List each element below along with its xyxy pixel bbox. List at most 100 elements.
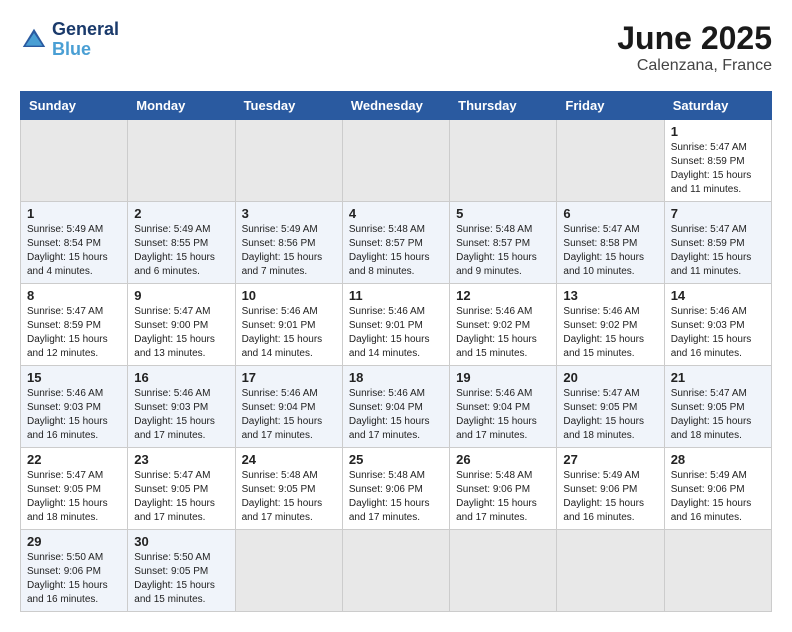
day-info: Sunrise: 5:49 AMSunset: 8:56 PMDaylight:… xyxy=(242,223,336,279)
day-number: 29 xyxy=(27,534,121,549)
day-number: 17 xyxy=(242,370,336,385)
calendar-cell xyxy=(128,120,235,202)
calendar-cell: 25 Sunrise: 5:48 AMSunset: 9:06 PMDayligh… xyxy=(342,448,449,530)
calendar-cell: 17 Sunrise: 5:46 AMSunset: 9:04 PMDayligh… xyxy=(235,366,342,448)
day-number: 6 xyxy=(563,206,657,221)
day-info: Sunrise: 5:49 AMSunset: 8:55 PMDaylight:… xyxy=(134,223,228,279)
calendar-cell: 3 Sunrise: 5:49 AMSunset: 8:56 PMDaylight… xyxy=(235,202,342,284)
day-info: Sunrise: 5:46 AMSunset: 9:04 PMDaylight:… xyxy=(242,387,336,443)
day-info: Sunrise: 5:46 AMSunset: 9:02 PMDaylight:… xyxy=(563,305,657,361)
title-area: June 2025 Calenzana, France xyxy=(617,20,772,75)
calendar-cell xyxy=(557,530,664,612)
logo-text: General Blue xyxy=(52,20,119,60)
day-number: 11 xyxy=(349,288,443,303)
day-info: Sunrise: 5:46 AMSunset: 9:04 PMDaylight:… xyxy=(349,387,443,443)
logo: General Blue xyxy=(20,20,119,60)
day-info: Sunrise: 5:47 AMSunset: 9:05 PMDaylight:… xyxy=(27,469,121,525)
calendar-cell: 26 Sunrise: 5:48 AMSunset: 9:06 PMDayligh… xyxy=(450,448,557,530)
week-row-1: 1 Sunrise: 5:47 AMSunset: 8:59 PMDaylight… xyxy=(21,120,772,202)
logo-icon xyxy=(20,26,48,54)
day-header-monday: Monday xyxy=(128,92,235,120)
day-info: Sunrise: 5:46 AMSunset: 9:03 PMDaylight:… xyxy=(671,305,765,361)
calendar-cell xyxy=(450,530,557,612)
day-number: 3 xyxy=(242,206,336,221)
calendar-cell: 1 Sunrise: 5:47 AMSunset: 8:59 PMDaylight… xyxy=(664,120,771,202)
calendar-cell: 10Sunrise: 5:46 AMSunset: 9:01 PMDayligh… xyxy=(235,284,342,366)
calendar-cell xyxy=(664,530,771,612)
day-info: Sunrise: 5:49 AMSunset: 9:06 PMDaylight:… xyxy=(671,469,765,525)
day-number: 16 xyxy=(134,370,228,385)
day-info: Sunrise: 5:46 AMSunset: 9:04 PMDaylight:… xyxy=(456,387,550,443)
day-info: Sunrise: 5:47 AMSunset: 8:59 PMDaylight:… xyxy=(671,141,765,197)
day-info: Sunrise: 5:47 AMSunset: 9:00 PMDaylight:… xyxy=(134,305,228,361)
day-info: Sunrise: 5:47 AMSunset: 8:59 PMDaylight:… xyxy=(27,305,121,361)
day-header-sunday: Sunday xyxy=(21,92,128,120)
calendar-cell: 23Sunrise: 5:47 AMSunset: 9:05 PMDayligh… xyxy=(128,448,235,530)
day-number: 7 xyxy=(671,206,765,221)
day-info: Sunrise: 5:47 AMSunset: 9:05 PMDaylight:… xyxy=(134,469,228,525)
day-number: 9 xyxy=(134,288,228,303)
calendar-cell: 22 Sunrise: 5:47 AMSunset: 9:05 PMDayligh… xyxy=(21,448,128,530)
calendar-cell: 19 Sunrise: 5:46 AMSunset: 9:04 PMDayligh… xyxy=(450,366,557,448)
calendar-cell: 6Sunrise: 5:47 AMSunset: 8:58 PMDaylight… xyxy=(557,202,664,284)
day-number: 10 xyxy=(242,288,336,303)
calendar-cell xyxy=(235,120,342,202)
day-info: Sunrise: 5:48 AMSunset: 9:06 PMDaylight:… xyxy=(456,469,550,525)
week-row-2: 1 Sunrise: 5:49 AMSunset: 8:54 PMDaylight… xyxy=(21,202,772,284)
day-header-saturday: Saturday xyxy=(664,92,771,120)
calendar-header-row: SundayMondayTuesdayWednesdayThursdayFrid… xyxy=(21,92,772,120)
day-info: Sunrise: 5:46 AMSunset: 9:03 PMDaylight:… xyxy=(134,387,228,443)
month-title: June 2025 xyxy=(617,20,772,57)
day-number: 27 xyxy=(563,452,657,467)
calendar-cell: 24Sunrise: 5:48 AMSunset: 9:05 PMDayligh… xyxy=(235,448,342,530)
day-number: 22 xyxy=(27,452,121,467)
calendar-cell: 5 Sunrise: 5:48 AMSunset: 8:57 PMDaylight… xyxy=(450,202,557,284)
day-number: 2 xyxy=(134,206,228,221)
day-number: 18 xyxy=(349,370,443,385)
day-number: 1 xyxy=(27,206,121,221)
day-number: 13 xyxy=(563,288,657,303)
day-header-tuesday: Tuesday xyxy=(235,92,342,120)
week-row-5: 22 Sunrise: 5:47 AMSunset: 9:05 PMDayligh… xyxy=(21,448,772,530)
calendar-cell: 7 Sunrise: 5:47 AMSunset: 8:59 PMDaylight… xyxy=(664,202,771,284)
calendar-cell: 9 Sunrise: 5:47 AMSunset: 9:00 PMDaylight… xyxy=(128,284,235,366)
calendar-cell: 16 Sunrise: 5:46 AMSunset: 9:03 PMDayligh… xyxy=(128,366,235,448)
calendar-cell: 14Sunrise: 5:46 AMSunset: 9:03 PMDayligh… xyxy=(664,284,771,366)
calendar-cell xyxy=(557,120,664,202)
day-number: 19 xyxy=(456,370,550,385)
calendar-cell: 11 Sunrise: 5:46 AMSunset: 9:01 PMDayligh… xyxy=(342,284,449,366)
calendar-cell: 13 Sunrise: 5:46 AMSunset: 9:02 PMDayligh… xyxy=(557,284,664,366)
calendar-cell: 28Sunrise: 5:49 AMSunset: 9:06 PMDayligh… xyxy=(664,448,771,530)
day-header-thursday: Thursday xyxy=(450,92,557,120)
day-info: Sunrise: 5:47 AMSunset: 9:05 PMDaylight:… xyxy=(671,387,765,443)
calendar-cell: 1 Sunrise: 5:49 AMSunset: 8:54 PMDaylight… xyxy=(21,202,128,284)
week-row-6: 29Sunrise: 5:50 AMSunset: 9:06 PMDayligh… xyxy=(21,530,772,612)
day-info: Sunrise: 5:47 AMSunset: 8:59 PMDaylight:… xyxy=(671,223,765,279)
day-info: Sunrise: 5:48 AMSunset: 8:57 PMDaylight:… xyxy=(456,223,550,279)
day-info: Sunrise: 5:50 AMSunset: 9:05 PMDaylight:… xyxy=(134,551,228,607)
day-info: Sunrise: 5:48 AMSunset: 9:06 PMDaylight:… xyxy=(349,469,443,525)
calendar-cell: 30 Sunrise: 5:50 AMSunset: 9:05 PMDayligh… xyxy=(128,530,235,612)
day-header-friday: Friday xyxy=(557,92,664,120)
day-number: 5 xyxy=(456,206,550,221)
day-number: 26 xyxy=(456,452,550,467)
calendar-cell: 4 Sunrise: 5:48 AMSunset: 8:57 PMDaylight… xyxy=(342,202,449,284)
week-row-4: 15Sunrise: 5:46 AMSunset: 9:03 PMDayligh… xyxy=(21,366,772,448)
calendar-cell: 18 Sunrise: 5:46 AMSunset: 9:04 PMDayligh… xyxy=(342,366,449,448)
calendar-cell xyxy=(342,120,449,202)
day-info: Sunrise: 5:46 AMSunset: 9:01 PMDaylight:… xyxy=(349,305,443,361)
calendar-cell xyxy=(235,530,342,612)
calendar-cell: 2 Sunrise: 5:49 AMSunset: 8:55 PMDaylight… xyxy=(128,202,235,284)
day-number: 25 xyxy=(349,452,443,467)
day-number: 30 xyxy=(134,534,228,549)
day-number: 1 xyxy=(671,124,765,139)
calendar-cell: 20Sunrise: 5:47 AMSunset: 9:05 PMDayligh… xyxy=(557,366,664,448)
day-info: Sunrise: 5:49 AMSunset: 8:54 PMDaylight:… xyxy=(27,223,121,279)
day-info: Sunrise: 5:48 AMSunset: 8:57 PMDaylight:… xyxy=(349,223,443,279)
location-title: Calenzana, France xyxy=(617,57,772,75)
day-number: 4 xyxy=(349,206,443,221)
calendar-cell xyxy=(342,530,449,612)
calendar-cell xyxy=(21,120,128,202)
calendar-cell: 12Sunrise: 5:46 AMSunset: 9:02 PMDayligh… xyxy=(450,284,557,366)
day-info: Sunrise: 5:48 AMSunset: 9:05 PMDaylight:… xyxy=(242,469,336,525)
